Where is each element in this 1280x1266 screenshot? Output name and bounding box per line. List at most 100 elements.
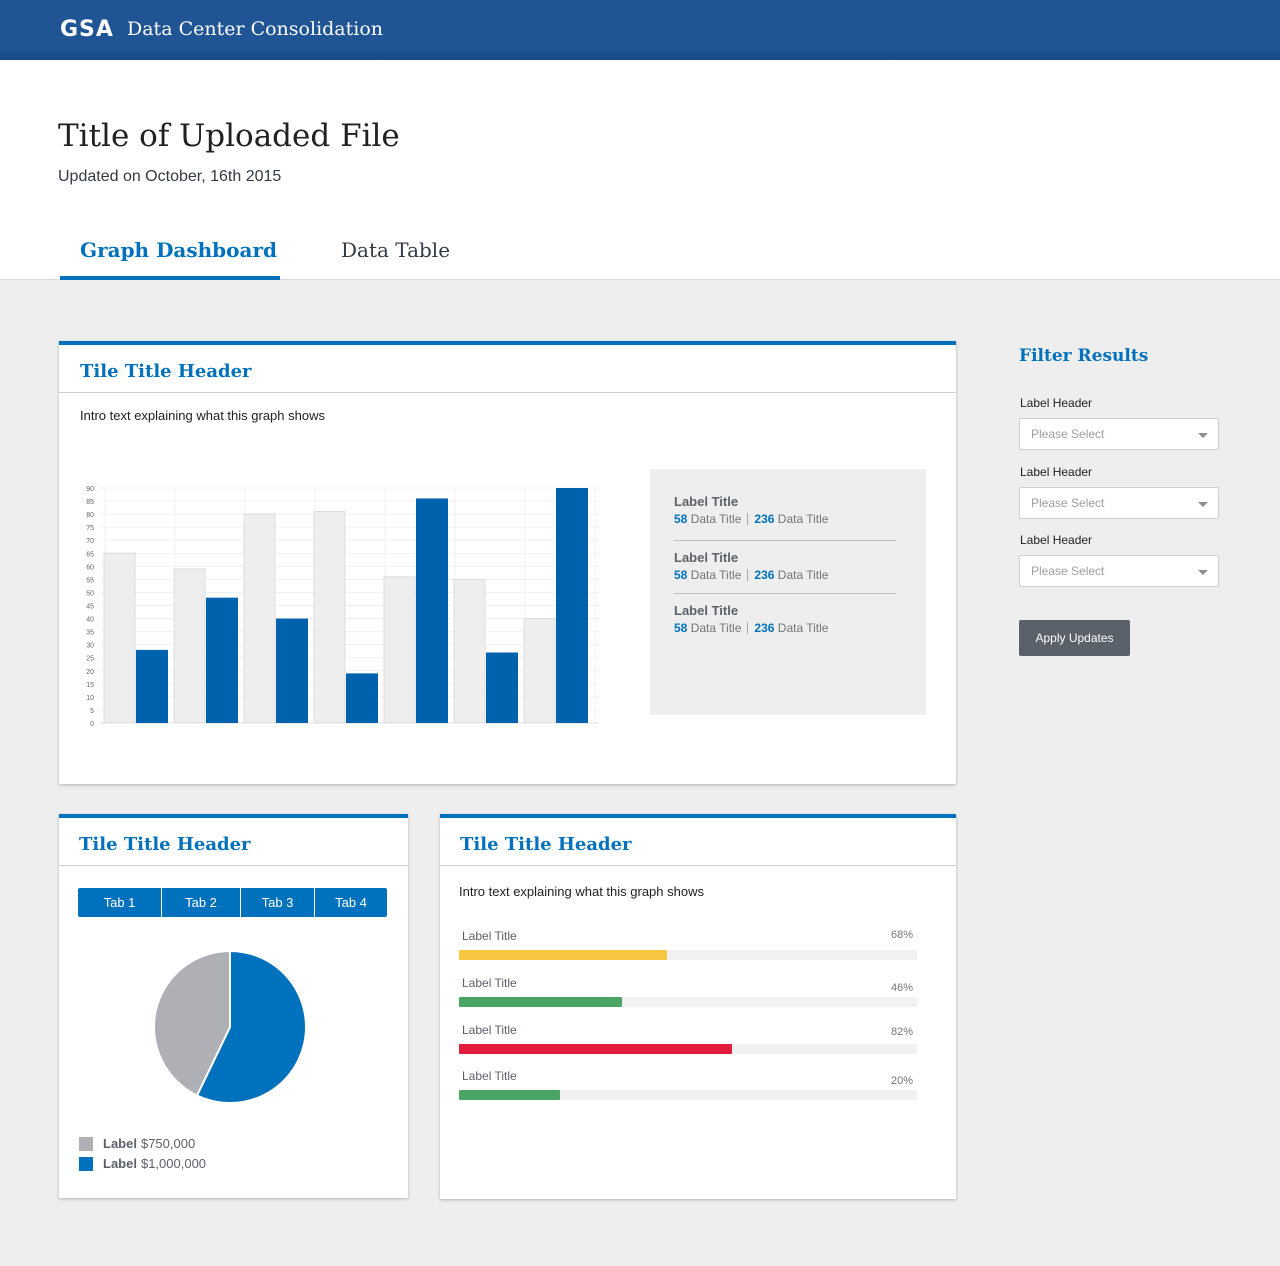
y-tick-label: 0	[90, 721, 94, 728]
stat-label: Label Title	[674, 550, 739, 565]
stat-text: Data Title	[690, 568, 742, 582]
bar	[346, 673, 378, 723]
updated-date: Updated on October, 16th 2015	[58, 168, 282, 185]
progress-percent: 82%	[890, 1026, 913, 1038]
legend-value: $1,000,000	[140, 1156, 207, 1171]
filter-title: Filter Results	[1019, 346, 1149, 366]
y-tick-label: 85	[86, 499, 94, 506]
y-tick-label: 25	[86, 656, 94, 663]
progress-label: Label Title	[462, 1069, 517, 1083]
y-tick-label: 50	[86, 590, 94, 597]
chevron-down-icon	[1198, 570, 1208, 575]
stat-number: 236	[754, 621, 775, 635]
stat-divider	[747, 569, 749, 581]
legend-item: Label $1,000,000	[79, 1156, 206, 1171]
progress-fill	[459, 950, 668, 960]
y-tick-label: 60	[86, 564, 94, 571]
pie-chart	[153, 950, 307, 1104]
progress-track	[459, 950, 917, 960]
y-tick-label: 10	[86, 695, 94, 702]
page-header: Title of Uploaded File Updated on Octobe…	[0, 60, 1280, 280]
progress-fill	[459, 997, 622, 1007]
filter-select[interactable]: Please Select	[1019, 487, 1219, 519]
stat-number: 58	[674, 568, 688, 582]
chevron-down-icon	[1198, 433, 1208, 438]
bar	[313, 511, 346, 724]
progress-fill	[459, 1044, 732, 1054]
legend-item: Label $750,000	[79, 1136, 195, 1151]
stat-label: Label Title	[674, 603, 739, 618]
bar-chart: 0 5 10 15 20 25 30 35 40 45 50 55 60 65 70 75 80 85 90	[86, 486, 599, 728]
app-title[interactable]: Data Center Consolidation	[127, 18, 383, 40]
stat-divider	[747, 622, 749, 634]
bar	[416, 498, 448, 723]
active-tab-indicator	[60, 276, 280, 280]
legend-swatch	[79, 1136, 93, 1151]
select-placeholder: Please Select	[1031, 564, 1105, 578]
bar	[276, 618, 308, 723]
y-tick-label: 70	[86, 538, 94, 545]
select-placeholder: Please Select	[1031, 496, 1105, 510]
pie-tab-4[interactable]: Tab 4	[315, 888, 387, 917]
legend-label: Label	[103, 1156, 137, 1171]
stat-item: Label Title 58 Data Title 236 Data Title	[674, 550, 896, 582]
stat-number: 58	[674, 512, 688, 526]
y-tick-label: 75	[86, 525, 94, 532]
bar	[453, 578, 486, 724]
pie-tab-1[interactable]: Tab 1	[78, 888, 162, 917]
progress-track	[459, 997, 917, 1007]
stat-number: 236	[754, 512, 775, 526]
bar	[103, 552, 136, 724]
y-tick-label: 15	[86, 682, 94, 689]
progress-percent: 20%	[890, 1075, 913, 1087]
apply-updates-button[interactable]: Apply Updates	[1019, 620, 1130, 656]
divider	[674, 540, 896, 541]
filter-label: Label Header	[1020, 465, 1093, 479]
stat-divider	[747, 513, 749, 525]
legend-label: Label	[103, 1136, 137, 1151]
pie-tab-2[interactable]: Tab 2	[162, 888, 241, 917]
top-bar: GSA Data Center Consolidation	[0, 0, 1280, 60]
bar	[523, 618, 556, 724]
stat-values: 58 Data Title 236 Data Title	[674, 512, 896, 526]
tile-title: Tile Title Header	[59, 818, 408, 866]
stat-text: Data Title	[777, 568, 829, 582]
progress-label: Label Title	[462, 976, 517, 990]
bar	[136, 649, 168, 723]
bar	[173, 568, 206, 724]
tab-data-table[interactable]: Data Table	[341, 238, 450, 262]
progress-percent: 46%	[890, 982, 913, 994]
stat-values: 58 Data Title 236 Data Title	[674, 621, 896, 635]
tile-title: Tile Title Header	[59, 345, 956, 393]
stat-item: Label Title 58 Data Title 236 Data Title	[674, 603, 896, 635]
page-title: Title of Uploaded File	[58, 118, 400, 154]
stat-number: 58	[674, 621, 688, 635]
progress-fill	[459, 1090, 560, 1100]
stats-panel: Label Title 58 Data Title 236 Data Title …	[650, 469, 926, 715]
gsa-logo[interactable]: GSA	[60, 17, 114, 42]
tab-graph-dashboard[interactable]: Graph Dashboard	[80, 238, 277, 262]
filter-select[interactable]: Please Select	[1019, 418, 1219, 450]
stat-text: Data Title	[777, 512, 829, 526]
filter-label: Label Header	[1020, 396, 1093, 410]
pie-tab-3[interactable]: Tab 3	[241, 888, 315, 917]
y-tick-label: 80	[86, 512, 94, 519]
stat-number: 236	[754, 568, 775, 582]
filter-select[interactable]: Please Select	[1019, 555, 1219, 587]
filter-label: Label Header	[1020, 533, 1093, 547]
stat-text: Data Title	[690, 621, 742, 635]
legend-value: $750,000	[140, 1136, 196, 1151]
stat-values: 58 Data Title 236 Data Title	[674, 568, 896, 582]
y-tick-label: 20	[86, 669, 94, 676]
y-tick-label: 65	[86, 551, 94, 558]
y-tick-label: 30	[86, 643, 94, 650]
bar-chart-tile: Tile Title Header Intro text explaining …	[59, 341, 956, 784]
legend-swatch	[79, 1156, 93, 1171]
progress-track	[459, 1090, 917, 1100]
y-tick-label: 45	[86, 604, 94, 611]
progress-tile: Tile Title Header Intro text explaining …	[440, 814, 956, 1199]
y-tick-label: 55	[86, 577, 94, 584]
bar	[206, 597, 238, 723]
y-tick-label: 35	[86, 630, 94, 637]
y-tick-label: 90	[86, 486, 94, 493]
